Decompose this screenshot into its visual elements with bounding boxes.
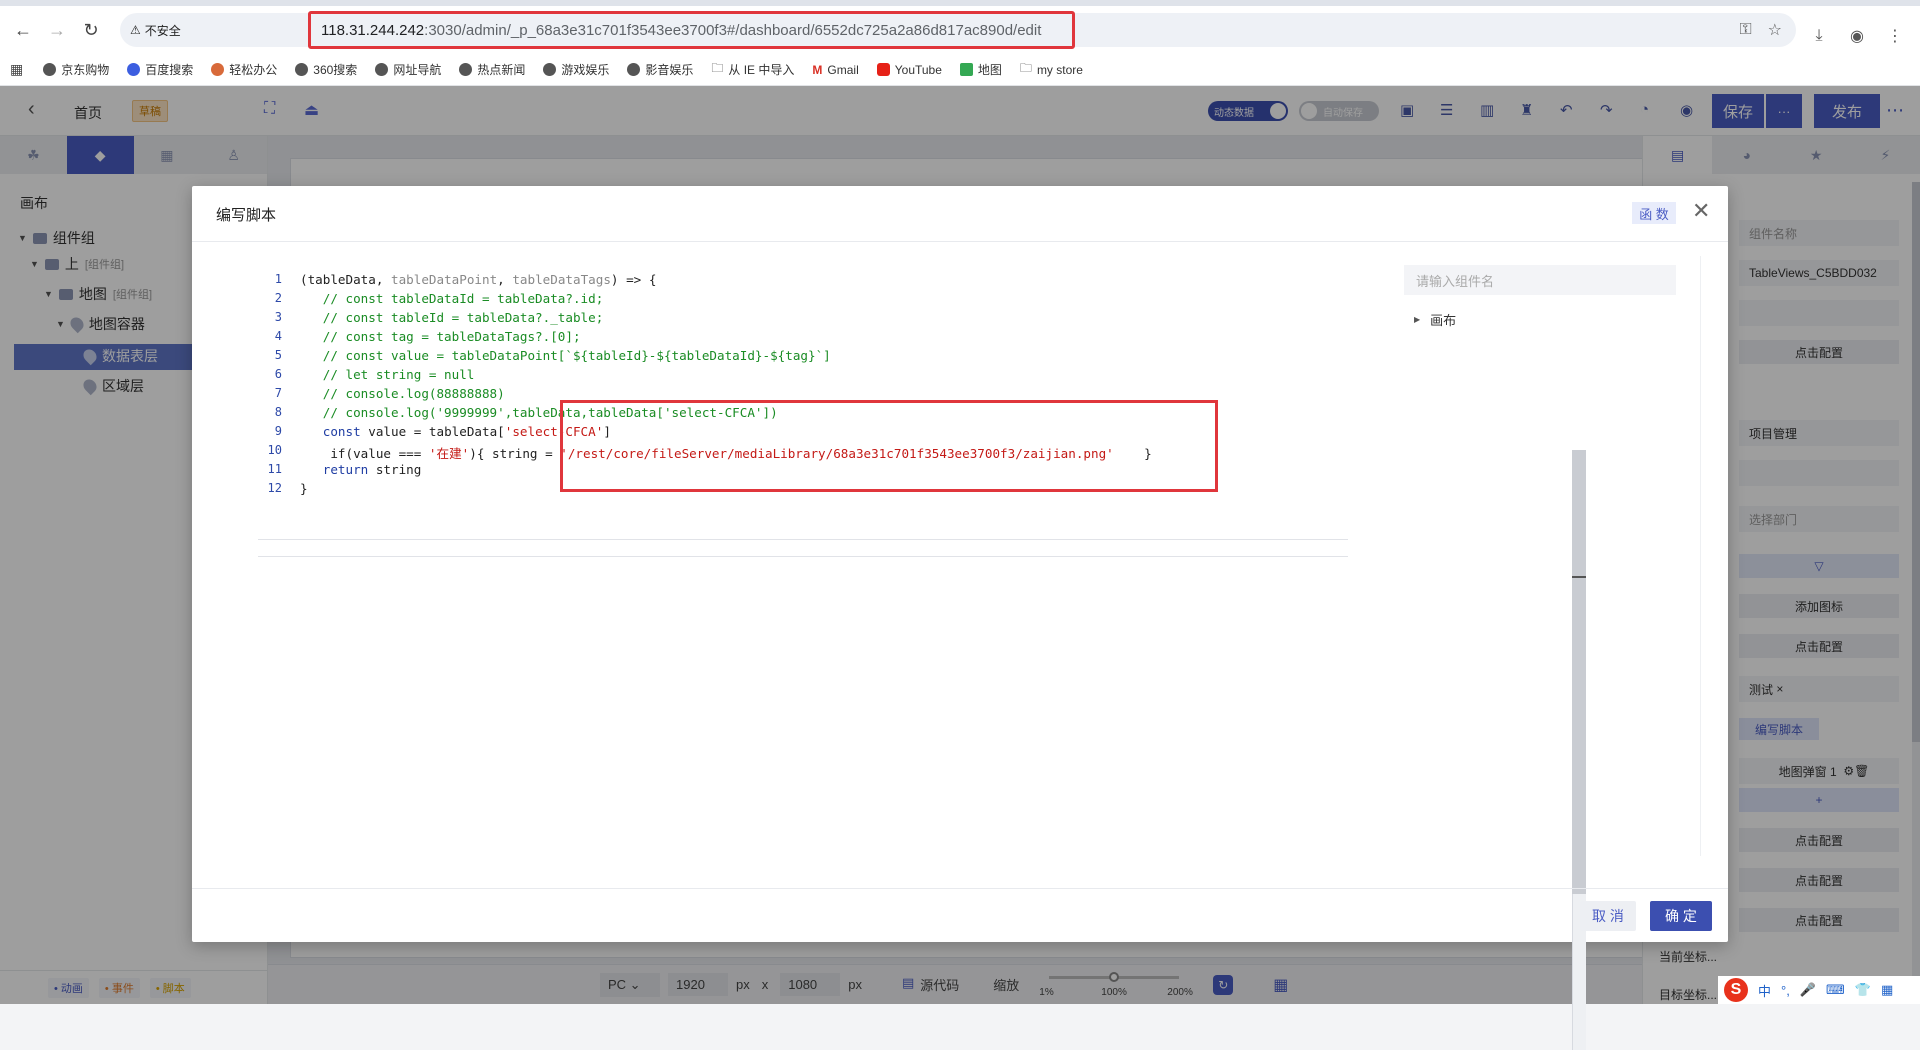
- side-panel-border: [1700, 256, 1701, 856]
- url-path: :3030/admin/_p_68a3e31c701f3543ee3700f3#…: [424, 21, 1042, 39]
- bookmark-item[interactable]: 地图: [959, 61, 1002, 78]
- maps-icon: [959, 63, 973, 76]
- insecure-label: 不安全: [144, 23, 181, 38]
- apps-grid-icon[interactable]: ▦: [10, 61, 23, 78]
- globe-icon: [295, 63, 309, 76]
- line-number: 11: [267, 462, 282, 476]
- sogou-logo-icon[interactable]: S: [1724, 978, 1748, 1002]
- line-number: 1: [274, 272, 282, 286]
- code-line: // let string = null: [300, 367, 475, 382]
- script-editor-modal: 编写脚本 函 数 ✕ 1 2 3 4 5 6 7 8 9 10 11 12 (tableData, t…: [192, 186, 1728, 1050]
- url-host: 118.31.244.242: [321, 21, 425, 39]
- skin-icon[interactable]: 👕: [1855, 982, 1871, 998]
- code-line: // const tableDataId = tableData?.id;: [300, 291, 604, 306]
- gmail-icon: M: [812, 62, 823, 77]
- line-number: 5: [274, 348, 282, 362]
- bookmark-item[interactable]: 百度搜索: [127, 61, 193, 78]
- globe-icon: [543, 63, 557, 76]
- back-icon[interactable]: ←: [6, 13, 40, 47]
- ime-toolbar: S 中 °, 🎤 ⌨ 👕 ▦: [1718, 976, 1920, 1004]
- bookmark-item[interactable]: 网址导航: [375, 61, 441, 78]
- editor-scrollbar-thumb[interactable]: [1572, 450, 1586, 894]
- apps-icon[interactable]: ▦: [1881, 982, 1893, 998]
- code-line: }: [300, 481, 308, 496]
- bookmark-item[interactable]: 360搜索: [295, 61, 357, 78]
- globe-icon: [627, 63, 641, 76]
- confirm-button[interactable]: 确 定: [1650, 901, 1712, 931]
- line-number: 2: [274, 291, 282, 305]
- code-line: // const tag = tableDataTags?.[0];: [300, 329, 581, 344]
- globe-icon: [375, 63, 389, 76]
- cancel-button[interactable]: 取 消: [1580, 901, 1636, 931]
- insecure-indicator[interactable]: ⚠ 不安全: [130, 22, 181, 39]
- globe-icon: [43, 63, 57, 76]
- bookmark-item[interactable]: 🗀 my store: [1020, 59, 1083, 80]
- globe-icon: [459, 63, 473, 76]
- code-editor[interactable]: 1 2 3 4 5 6 7 8 9 10 11 12 (tableData, tableDataPoi…: [232, 264, 1374, 864]
- youtube-icon: [876, 63, 890, 76]
- line-number: 6: [274, 367, 282, 381]
- line-number: 4: [274, 329, 282, 343]
- folder-icon: 🗀: [1019, 61, 1032, 75]
- bookmark-item[interactable]: 游戏娱乐: [543, 61, 609, 78]
- bookmark-item[interactable]: 热点新闻: [459, 61, 525, 78]
- bookmark-item[interactable]: 影音娱乐: [627, 61, 693, 78]
- forward-icon[interactable]: →: [40, 13, 74, 47]
- bookmark-star-icon[interactable]: ☆: [1768, 20, 1782, 40]
- url-field[interactable]: 118.31.244.242:3030/admin/_p_68a3e31c701…: [308, 11, 1075, 49]
- code-line: (tableData, tableDataPoint, tableDataTag…: [300, 272, 657, 287]
- modal-header: 编写脚本 函 数 ✕: [192, 186, 1728, 242]
- modal-footer: 取 消 确 定: [192, 888, 1728, 942]
- reload-icon[interactable]: ↻: [74, 13, 108, 47]
- functions-button[interactable]: 函 数: [1632, 202, 1676, 224]
- browser-menu-icon[interactable]: ⋮: [1880, 21, 1910, 51]
- address-row: ← → ↻ ⚠ 不安全 118.31.244.242:3030/admin/_p…: [0, 6, 1920, 54]
- bookmark-item[interactable]: 🗀 从 IE 中导入: [711, 59, 794, 80]
- office-icon: [211, 63, 225, 76]
- line-number: 8: [274, 405, 282, 419]
- component-tree-root[interactable]: ▶ 画布: [1414, 310, 1456, 329]
- bookmark-item[interactable]: M Gmail: [812, 63, 858, 77]
- scroll-position-marker: [1572, 576, 1586, 578]
- warning-icon: ⚠: [130, 23, 141, 37]
- code-line: return string: [322, 462, 422, 477]
- profile-icon[interactable]: ◉: [1842, 21, 1872, 51]
- caret-right-icon[interactable]: ▶: [1414, 315, 1420, 324]
- browser-chrome: ← → ↻ ⚠ 不安全 118.31.244.242:3030/admin/_p…: [0, 0, 1920, 86]
- bookmark-item[interactable]: 京东购物: [43, 61, 109, 78]
- modal-title: 编写脚本: [216, 207, 277, 224]
- bookmark-item[interactable]: YouTube: [876, 63, 942, 77]
- download-icon[interactable]: ⤓: [1804, 21, 1834, 51]
- punctuation-icon[interactable]: °,: [1781, 983, 1790, 998]
- line-number: 3: [274, 310, 282, 324]
- line-number: 10: [267, 443, 282, 457]
- baidu-icon: [127, 63, 141, 76]
- code-line: // console.log(88888888): [300, 386, 505, 401]
- annotation-highlight-box: [560, 400, 1218, 492]
- line-number: 12: [267, 481, 282, 495]
- code-line: // const tableId = tableData?._table;: [300, 310, 604, 325]
- line-number: 9: [274, 424, 282, 438]
- active-line-highlight: [258, 539, 1348, 557]
- keyboard-icon[interactable]: ⌨: [1826, 982, 1845, 998]
- microphone-icon[interactable]: 🎤: [1800, 982, 1816, 998]
- key-icon[interactable]: ⚿: [1739, 21, 1751, 39]
- code-line: // const value = tableDataPoint[`${table…: [300, 348, 831, 363]
- ime-lang[interactable]: 中: [1758, 981, 1771, 1000]
- component-search-input[interactable]: 请输入组件名: [1404, 265, 1676, 295]
- folder-icon: 🗀: [711, 61, 724, 75]
- line-number: 7: [274, 386, 282, 400]
- bookmarks-bar: ▦ 京东购物 百度搜索 轻松办公 360搜索 网址导航 热点新闻 游戏娱乐 影音…: [0, 54, 1920, 86]
- close-icon[interactable]: ✕: [1692, 200, 1710, 222]
- omnibox[interactable]: ⚠ 不安全 118.31.244.242:3030/admin/_p_68a3e…: [120, 11, 1796, 49]
- bookmark-item[interactable]: 轻松办公: [211, 61, 277, 78]
